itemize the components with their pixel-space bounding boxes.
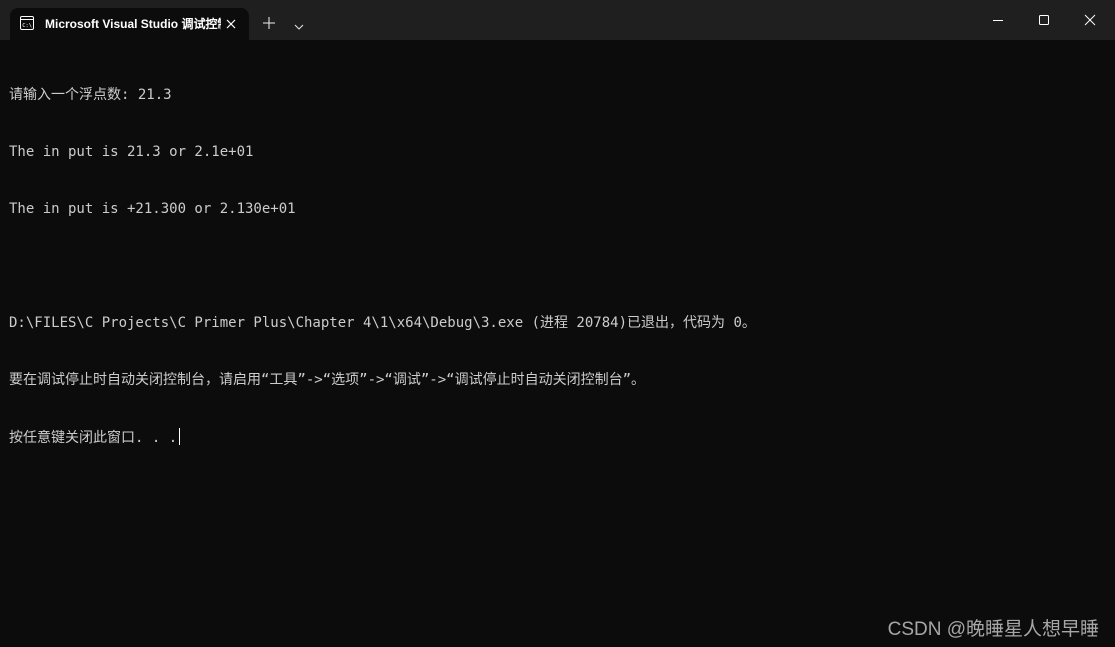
close-icon (1084, 14, 1096, 26)
plus-icon[interactable] (262, 16, 276, 30)
close-window-button[interactable] (1067, 0, 1113, 40)
console-output[interactable]: 请输入一个浮点数: 21.3 The in put is 21.3 or 2.1… (9, 48, 1109, 485)
console-line: D:\FILES\C Projects\C Primer Plus\Chapte… (9, 315, 756, 331)
terminal-window: C:\ Microsoft Visual Studio 调试控制台 (0, 0, 1115, 647)
chevron-down-icon[interactable] (294, 19, 304, 30)
watermark: CSDN @晚睡星人想早睡 (887, 619, 1099, 640)
console-line: 请输入一个浮点数: 21.3 (9, 87, 172, 103)
console-line: The in put is +21.300 or 2.130e+01 (9, 201, 296, 217)
maximize-icon (1039, 15, 1049, 25)
text-cursor (179, 428, 181, 445)
console-prompt-text: 按任意键关闭此窗口. . . (9, 430, 178, 446)
console-line: The in put is 21.3 or 2.1e+01 (9, 144, 254, 160)
console-line-last: 按任意键关闭此窗口. . . (9, 428, 1109, 447)
tab-title: Microsoft Visual Studio 调试控制台 (45, 17, 221, 31)
minimize-button[interactable] (975, 0, 1021, 40)
tab-debug-console[interactable]: C:\ Microsoft Visual Studio 调试控制台 (10, 8, 249, 40)
svg-text:C:\: C:\ (22, 23, 32, 29)
maximize-button[interactable] (1021, 0, 1067, 40)
terminal-icon: C:\ (20, 16, 34, 30)
title-bar: C:\ Microsoft Visual Studio 调试控制台 (0, 0, 1115, 40)
minimize-icon (993, 20, 1003, 21)
console-line: 要在调试停止时自动关闭控制台，请启用“工具”->“选项”->“调试”->“调试停… (9, 372, 645, 388)
close-icon[interactable] (224, 17, 238, 31)
